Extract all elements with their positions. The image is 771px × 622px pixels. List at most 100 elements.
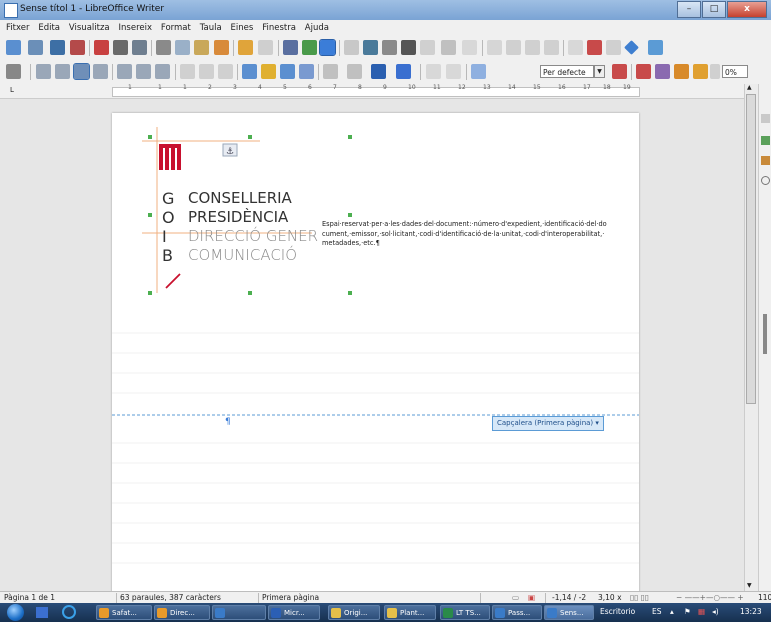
menu-edita[interactable]: Edita xyxy=(38,23,60,33)
open-icon[interactable] xyxy=(28,40,43,55)
clone-formatting-icon[interactable] xyxy=(214,40,229,55)
cut-icon[interactable] xyxy=(156,40,171,55)
send-back-icon[interactable] xyxy=(261,64,276,79)
new-document-icon[interactable] xyxy=(6,40,21,55)
crop-icon[interactable] xyxy=(612,64,627,79)
find-replace-icon[interactable] xyxy=(283,40,298,55)
selection-handle[interactable] xyxy=(348,213,352,217)
volume-icon[interactable]: ◂) xyxy=(712,607,719,616)
page-wrap-icon[interactable] xyxy=(55,64,70,79)
ie-icon[interactable] xyxy=(62,605,76,619)
selection-mode-icon[interactable]: ▭ xyxy=(512,593,519,602)
tray-expand-icon[interactable]: ▴ xyxy=(670,607,674,616)
task-sens[interactable]: Sens... xyxy=(544,605,594,620)
insert-chart-icon[interactable] xyxy=(382,40,397,55)
selection-handle[interactable] xyxy=(248,135,252,139)
task-app[interactable] xyxy=(212,605,266,620)
menu-finestra[interactable]: Finestra xyxy=(262,23,296,33)
selection-handle[interactable] xyxy=(248,291,252,295)
network-icon[interactable]: ▦ xyxy=(698,607,705,616)
header-label-button[interactable]: Capçalera (Primera pàgina) ▾ xyxy=(492,416,604,431)
special-character-icon[interactable] xyxy=(462,40,477,55)
zoom-level[interactable]: 110 xyxy=(758,593,771,602)
menu-format[interactable]: Format xyxy=(161,23,191,33)
insert-textbox-icon[interactable] xyxy=(401,40,416,55)
frame-properties-icon[interactable] xyxy=(426,64,441,79)
maximize-button[interactable]: □ xyxy=(702,1,726,18)
selection-handle[interactable] xyxy=(148,135,152,139)
transparency-input[interactable]: 0% xyxy=(722,65,748,78)
align-center-icon[interactable] xyxy=(136,64,151,79)
paragraph-style-dropdown[interactable]: ▼ xyxy=(594,65,605,78)
menu-visualitza[interactable]: Visualitza xyxy=(69,23,110,33)
border-color-icon[interactable] xyxy=(371,64,386,79)
desktop-toolbar[interactable]: Escritorio xyxy=(600,607,635,616)
zoom-slider[interactable]: − ——+—○—— + xyxy=(676,593,744,602)
navigator-icon[interactable] xyxy=(761,176,770,185)
selection-handle[interactable] xyxy=(148,291,152,295)
draw-line-icon[interactable] xyxy=(606,40,621,55)
task-pass[interactable]: Pass... xyxy=(492,605,542,620)
formatting-marks-icon[interactable] xyxy=(319,39,336,56)
save-icon[interactable] xyxy=(50,40,65,55)
scroll-down-icon[interactable]: ▼ xyxy=(747,582,752,589)
explorer-icon[interactable] xyxy=(36,607,48,618)
task-ltts[interactable]: LT TS... xyxy=(440,605,490,620)
close-button[interactable]: x xyxy=(727,1,767,18)
gallery-icon[interactable] xyxy=(761,156,770,165)
document-area[interactable]: ⚓ G O I B CONSELLERIA PRESIDÈNCIA DIRECC… xyxy=(0,99,760,591)
align-bottom-icon[interactable] xyxy=(218,64,233,79)
wrap-text-icon[interactable] xyxy=(693,64,708,79)
select-icon[interactable] xyxy=(471,64,486,79)
task-plant[interactable]: Plant... xyxy=(384,605,436,620)
menu-fitxer[interactable]: Fitxer xyxy=(6,23,29,33)
align-left-icon[interactable] xyxy=(117,64,132,79)
menu-insereix[interactable]: Insereix xyxy=(119,23,152,33)
tray-language[interactable]: ES xyxy=(652,607,662,616)
basic-shapes-icon[interactable] xyxy=(587,40,602,55)
wrap-left-icon[interactable] xyxy=(93,64,108,79)
track-changes-icon[interactable] xyxy=(544,40,559,55)
draw-functions-icon[interactable] xyxy=(648,40,663,55)
task-safata[interactable]: Safat... xyxy=(96,605,152,620)
selection-handle[interactable] xyxy=(348,291,352,295)
border-style-icon[interactable] xyxy=(347,64,362,79)
task-origi[interactable]: Origi... xyxy=(328,605,380,620)
wrap-off-icon[interactable] xyxy=(36,64,51,79)
bring-front-icon[interactable] xyxy=(242,64,257,79)
insert-field-icon[interactable] xyxy=(441,40,456,55)
diamond-shape-icon[interactable] xyxy=(624,40,639,55)
insert-page-break-icon[interactable] xyxy=(420,40,435,55)
scroll-thumb[interactable] xyxy=(746,94,756,404)
minimize-button[interactable]: – xyxy=(677,1,701,18)
fontwork-icon[interactable] xyxy=(655,64,670,79)
export-pdf-icon[interactable] xyxy=(94,40,109,55)
comment-icon[interactable] xyxy=(525,40,540,55)
tab-stop-selector[interactable]: L xyxy=(10,86,14,94)
print-icon[interactable] xyxy=(113,40,128,55)
action-center-icon[interactable]: ⚑ xyxy=(684,607,691,616)
menu-eines[interactable]: Eines xyxy=(231,23,254,33)
start-button-icon[interactable] xyxy=(7,604,24,621)
anchor-icon[interactable] xyxy=(6,64,21,79)
align-right-icon[interactable] xyxy=(155,64,170,79)
footnote-icon[interactable] xyxy=(506,40,521,55)
paragraph-style-box[interactable]: Per defecte xyxy=(540,65,594,78)
background-color-icon[interactable] xyxy=(396,64,411,79)
rotate-icon[interactable] xyxy=(636,64,651,79)
view-layout-icon[interactable]: ▯▯ ▯▯ xyxy=(630,593,649,602)
paste-icon[interactable] xyxy=(194,40,209,55)
optimal-wrap-icon[interactable] xyxy=(73,63,90,80)
selection-handle[interactable] xyxy=(348,135,352,139)
reserved-data-text[interactable]: Espai·reservat·per·a·les·dades·del·docum… xyxy=(322,220,607,249)
hyperlink-icon[interactable] xyxy=(487,40,502,55)
insert-table-icon[interactable] xyxy=(344,40,359,55)
task-micr[interactable]: Micr... xyxy=(268,605,320,620)
borders-icon[interactable] xyxy=(323,64,338,79)
forward-one-icon[interactable] xyxy=(280,64,295,79)
page-style[interactable]: Primera pàgina xyxy=(262,593,319,602)
spelling-icon[interactable] xyxy=(302,40,317,55)
redo-icon[interactable] xyxy=(258,40,273,55)
page-count[interactable]: Pàgina 1 de 1 xyxy=(4,593,55,602)
undo-icon[interactable] xyxy=(238,40,253,55)
